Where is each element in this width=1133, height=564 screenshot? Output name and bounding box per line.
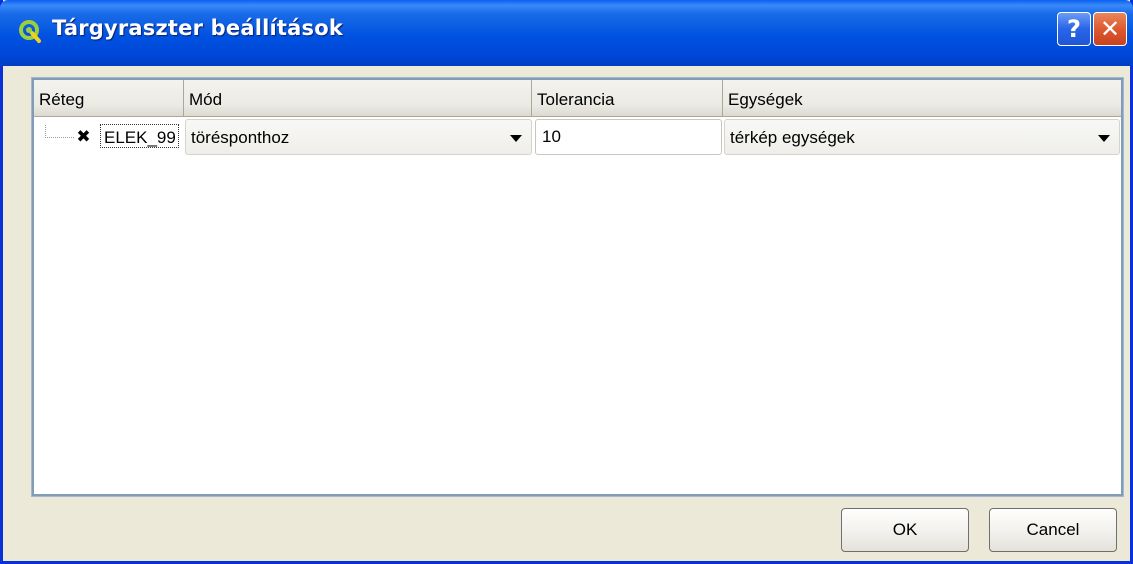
qgis-logo-icon	[19, 20, 41, 43]
snapping-options-dialog: Tárgyraszter beállítások ? ✕ Réteg Mód T…	[0, 0, 1133, 564]
table-row[interactable]: ✖ ELEK_99 törésponthoz térkép egységek	[34, 119, 1121, 155]
chevron-down-icon[interactable]	[1098, 135, 1110, 142]
help-button[interactable]: ?	[1057, 12, 1091, 46]
help-icon: ?	[1067, 15, 1081, 43]
column-header-tolerance[interactable]: Tolerancia	[532, 80, 723, 117]
close-button[interactable]: ✕	[1093, 12, 1127, 46]
column-header-mode[interactable]: Mód	[184, 80, 532, 117]
layer-snapping-table[interactable]: Réteg Mód Tolerancia Egységek ✖ ELEK_99 …	[31, 77, 1124, 497]
tree-branch-line	[45, 125, 74, 138]
cancel-button[interactable]: Cancel	[989, 508, 1117, 552]
chevron-down-icon[interactable]	[510, 135, 522, 142]
ok-button[interactable]: OK	[841, 508, 969, 552]
tolerance-input[interactable]	[535, 119, 722, 155]
close-icon: ✕	[1099, 15, 1121, 43]
column-header-layer[interactable]: Réteg	[34, 80, 184, 117]
units-value: térkép egységek	[730, 128, 855, 147]
check-mark-icon: ✖	[76, 127, 91, 147]
units-dropdown[interactable]: térkép egységek	[724, 119, 1120, 155]
mode-dropdown[interactable]: törésponthoz	[185, 119, 532, 155]
window-title: Tárgyraszter beállítások	[52, 16, 344, 40]
table-header: Réteg Mód Tolerancia Egységek	[34, 80, 1121, 117]
title-bar[interactable]: Tárgyraszter beállítások ? ✕	[0, 0, 1133, 66]
layer-name[interactable]: ELEK_99	[100, 124, 179, 148]
layer-cell: ✖ ELEK_99	[34, 119, 184, 155]
layer-checkbox[interactable]: ✖	[75, 129, 92, 146]
mode-value: törésponthoz	[191, 128, 290, 147]
column-header-units[interactable]: Egységek	[723, 80, 1121, 117]
